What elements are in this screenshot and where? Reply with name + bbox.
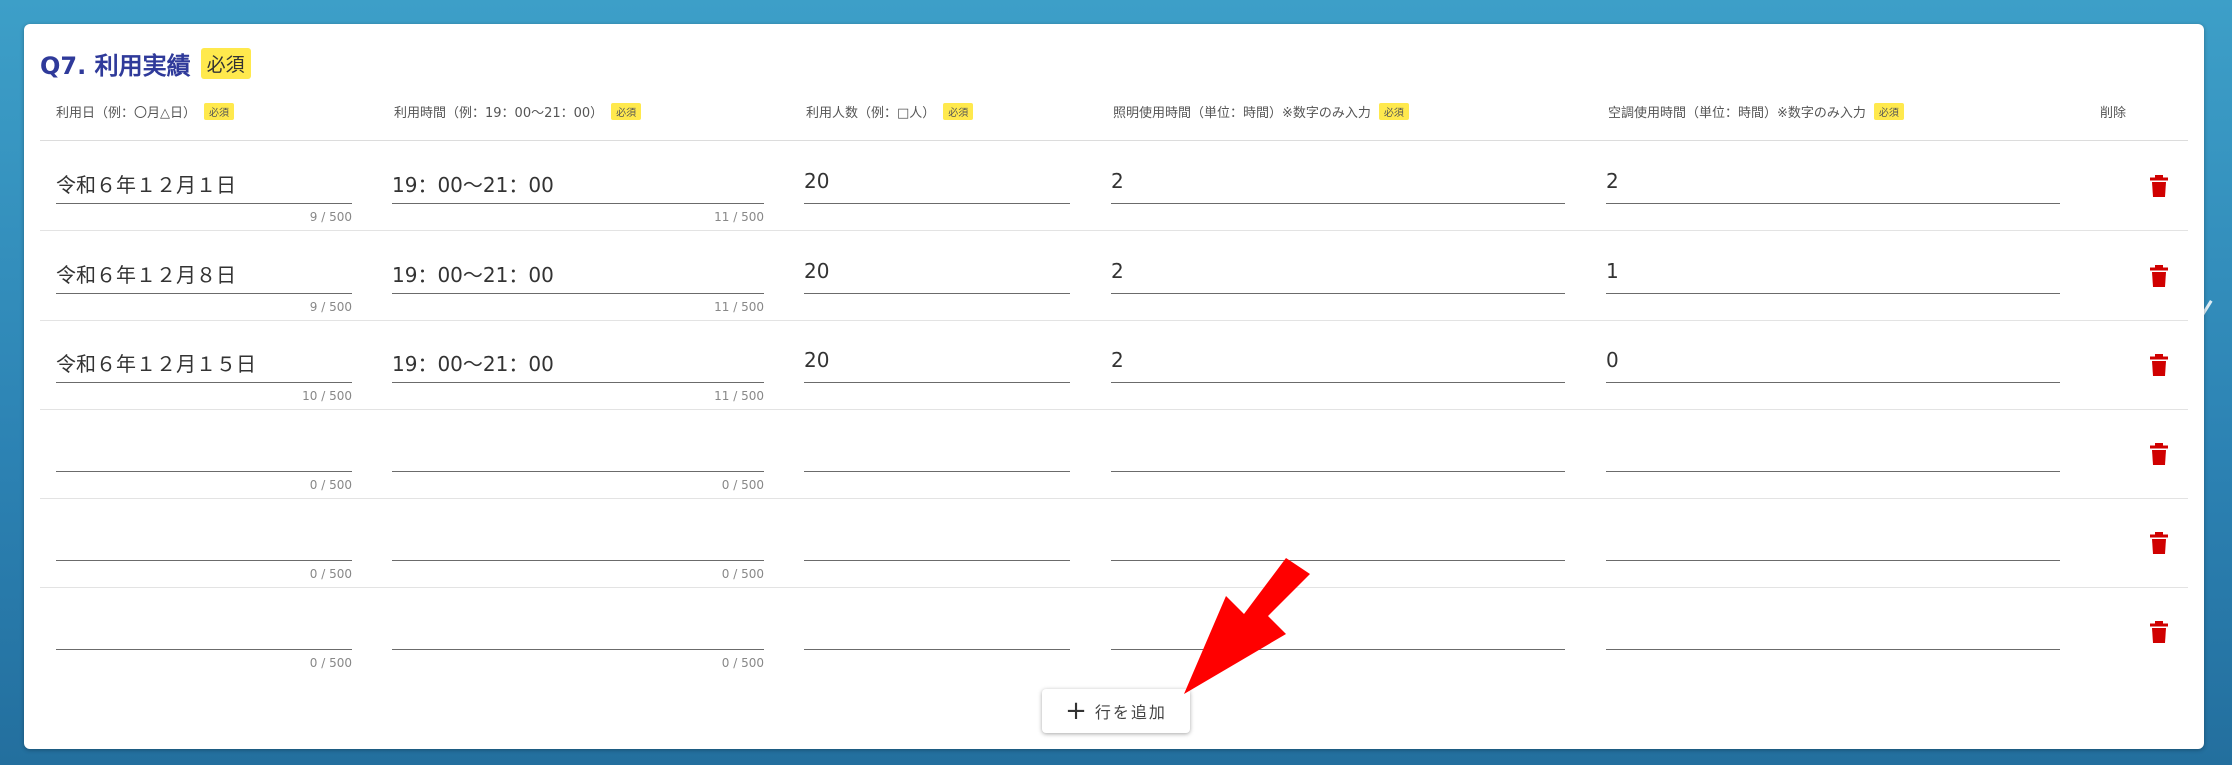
date-char-counter: 9 / 500: [309, 300, 352, 314]
time-char-counter: 11 / 500: [714, 300, 764, 314]
red-arrow-icon: [1184, 558, 1310, 694]
date-input[interactable]: 令和６年１２月１日: [56, 169, 352, 204]
date-char-counter: 0 / 500: [309, 656, 352, 670]
time-char-counter: 0 / 500: [721, 478, 764, 492]
trash-icon: [2150, 175, 2168, 197]
trash-icon: [2150, 532, 2168, 554]
delete-row-button[interactable]: [2144, 171, 2174, 201]
people-input[interactable]: 20: [804, 169, 1070, 204]
date-input[interactable]: [56, 437, 352, 472]
column-header-date: 利用日（例：〇月△日） 必須: [56, 102, 234, 121]
required-badge: 必須: [1378, 103, 1409, 120]
time-input[interactable]: 19：00〜21：00: [392, 348, 764, 383]
date-input[interactable]: 令和６年１２月１５日: [56, 348, 352, 383]
date-char-counter: 10 / 500: [302, 389, 352, 403]
time-input[interactable]: [392, 615, 764, 650]
time-char-counter: 11 / 500: [714, 389, 764, 403]
delete-row-button[interactable]: [2144, 261, 2174, 291]
table-row: 令和６年１２月１５日 10 / 500 19：00〜21：00 11 / 500…: [40, 320, 2188, 410]
column-header-time: 利用時間（例：19：00〜21：00） 必須: [394, 102, 642, 121]
aircon-hours-input[interactable]: 0: [1606, 348, 2060, 383]
trash-icon: [2150, 443, 2168, 465]
people-input[interactable]: [804, 526, 1070, 561]
delete-row-button[interactable]: [2144, 617, 2174, 647]
table-row: 0 / 500 0 / 500: [40, 409, 2188, 499]
required-badge: 必須: [943, 103, 974, 120]
lighting-hours-input[interactable]: 2: [1111, 169, 1565, 204]
time-char-counter: 0 / 500: [721, 567, 764, 581]
aircon-hours-input[interactable]: 1: [1606, 259, 2060, 294]
time-char-counter: 11 / 500: [714, 210, 764, 224]
aircon-hours-input[interactable]: 2: [1606, 169, 2060, 204]
date-input[interactable]: 令和６年１２月８日: [56, 259, 352, 294]
table-row: 0 / 500 0 / 500: [40, 498, 2188, 588]
date-input[interactable]: [56, 615, 352, 650]
date-char-counter: 9 / 500: [309, 210, 352, 224]
table-row: 令和６年１２月８日 9 / 500 19：00〜21：00 11 / 500 2…: [40, 231, 2188, 321]
question-title-text: Q7. 利用実績: [40, 52, 191, 80]
required-badge: 必須: [1873, 103, 1904, 120]
question-title: Q7. 利用実績 必須: [40, 46, 251, 81]
column-header-delete: 削除: [2100, 106, 2127, 121]
date-char-counter: 0 / 500: [309, 478, 352, 492]
delete-row-button[interactable]: [2144, 439, 2174, 469]
trash-icon: [2150, 354, 2168, 376]
required-badge: 必須: [200, 48, 251, 79]
people-input[interactable]: 20: [804, 348, 1070, 383]
lighting-hours-input[interactable]: 2: [1111, 259, 1565, 294]
people-input[interactable]: [804, 615, 1070, 650]
required-badge: 必須: [204, 103, 234, 120]
date-input[interactable]: [56, 526, 352, 561]
aircon-hours-input[interactable]: [1606, 526, 2060, 561]
delete-row-button[interactable]: [2144, 350, 2174, 380]
trash-icon: [2150, 265, 2168, 287]
column-header-people: 利用人数（例：□人） 必須: [806, 102, 974, 121]
required-badge: 必須: [611, 103, 642, 120]
people-input[interactable]: 20: [804, 259, 1070, 294]
aircon-hours-input[interactable]: [1606, 615, 2060, 650]
column-header-lighting: 照明使用時間（単位：時間）※数字のみ入力 必須: [1113, 102, 1409, 121]
time-input[interactable]: 19：00〜21：00: [392, 259, 764, 294]
delete-row-button[interactable]: [2144, 528, 2174, 558]
time-input[interactable]: 19：00〜21：00: [392, 169, 764, 204]
trash-icon: [2150, 621, 2168, 643]
people-input[interactable]: [804, 437, 1070, 472]
time-char-counter: 0 / 500: [721, 656, 764, 670]
table-row: 令和６年１２月１日 9 / 500 19：00〜21：00 11 / 500 2…: [40, 141, 2188, 231]
time-input[interactable]: [392, 437, 764, 472]
question-card: Q7. 利用実績 必須 利用日（例：〇月△日） 必須 利用時間（例：19：00〜…: [24, 24, 2204, 749]
table-row: 0 / 500 0 / 500: [40, 587, 2188, 676]
date-char-counter: 0 / 500: [309, 567, 352, 581]
column-header-aircon: 空調使用時間（単位：時間）※数字のみ入力 必須: [1608, 102, 1904, 121]
time-input[interactable]: [392, 526, 764, 561]
lighting-hours-input[interactable]: 2: [1111, 348, 1565, 383]
plus-icon: +: [1065, 696, 1087, 726]
aircon-hours-input[interactable]: [1606, 437, 2060, 472]
lighting-hours-input[interactable]: [1111, 437, 1565, 472]
